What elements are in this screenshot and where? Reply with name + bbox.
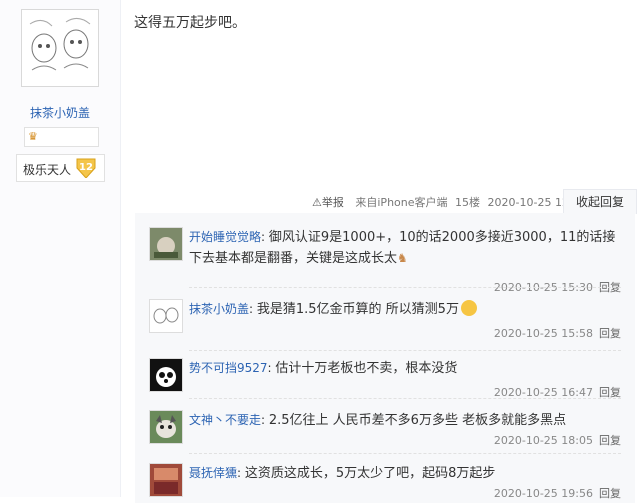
report-label: 举报 (321, 196, 344, 209)
reply-time: 2020-10-25 19:56 (493, 487, 593, 500)
reply-button[interactable]: 回复 (599, 434, 621, 447)
reply-avatar[interactable] (149, 227, 183, 261)
divider (189, 287, 621, 288)
reply-avatar[interactable] (149, 463, 183, 497)
avatar-sketch-icon (150, 300, 182, 332)
post-content: 这得五万起步吧。 (134, 15, 246, 31)
reply-content: 势不可挡9527: 估计十万老板也不卖，根本没货 (189, 361, 458, 376)
reply-meta: 2020-10-25 19:56 回复 (494, 485, 621, 501)
reply-content: 开始睡觉觉略: 御风认证9是1000+，10的话2000多接近3000，11的话… (189, 230, 616, 266)
reply-text: 这资质这成长，5万太少了吧，起码8万起步 (244, 466, 496, 481)
reply-button[interactable]: 回复 (599, 487, 621, 500)
author-sidebar: 抹茶小奶盖 ♛ 极乐天人 12 (0, 0, 121, 497)
reply-list: 开始睡觉觉略: 御风认证9是1000+，10的话2000多接近3000，11的话… (135, 213, 635, 503)
reply-content: 抹茶小奶盖: 我是猜1.5亿金币算的 所以猜测5万 (189, 299, 619, 320)
post-floor: 15楼 (455, 196, 481, 209)
reply-content: 聂抚倖獯: 这资质这成长，5万太少了吧，起码8万起步 (189, 466, 496, 481)
divider (189, 350, 621, 351)
level-name: 极乐天人 (23, 163, 72, 177)
user-avatar[interactable] (21, 9, 99, 87)
member-badge[interactable]: ♛ (24, 127, 99, 147)
reply-author[interactable]: 抹茶小奶盖 (189, 302, 249, 316)
reply-meta: 2020-10-25 15:58 回复 (494, 325, 621, 341)
divider (189, 398, 621, 399)
reply-text: 2.5亿往上 人民币差不多6万多些 老板多就能多黑点 (268, 413, 567, 428)
smile-emoji-icon (460, 300, 477, 316)
reply-author[interactable]: 聂抚倖獯 (189, 466, 237, 480)
panda-avatar-icon (150, 359, 182, 391)
reply-text: 我是猜1.5亿金币算的 所以猜测5万 (256, 302, 459, 317)
reply-text: 估计十万老板也不卖，根本没货 (275, 361, 458, 376)
avatar-photo-icon (150, 228, 182, 260)
avatar-photo-icon (150, 464, 182, 496)
collapse-reply-button[interactable]: 收起回复 (563, 189, 637, 214)
reply-content: 文神丶不要走: 2.5亿往上 人民币差不多6万多些 老板多就能多黑点 (189, 413, 567, 428)
reply-avatar[interactable] (149, 299, 183, 333)
reply-time: 2020-10-25 18:05 (493, 434, 593, 447)
level-number: 12 (79, 162, 93, 173)
reply-button[interactable]: 回复 (599, 327, 621, 340)
divider (189, 453, 621, 454)
post-source: 来自iPhone客户端 (355, 196, 448, 209)
username-link[interactable]: 抹茶小奶盖 (0, 104, 120, 121)
reply-author[interactable]: 文神丶不要走 (189, 413, 261, 427)
level-badge[interactable]: 极乐天人 12 (16, 154, 105, 182)
dog-avatar-icon (150, 411, 182, 443)
reply-time: 2020-10-25 15:58 (493, 327, 593, 340)
reply-avatar[interactable] (149, 410, 183, 444)
reply-author[interactable]: 开始睡觉觉略 (189, 230, 261, 244)
level-shield-icon: 12 (76, 158, 96, 178)
report-link[interactable]: ⚠举报 (312, 196, 348, 209)
avatar-sketch-icon (22, 10, 98, 86)
crown-icon: ♛ (28, 130, 38, 143)
reply-meta: 2020-10-25 18:05 回复 (494, 432, 621, 448)
post-meta: ⚠举报 来自iPhone客户端 15楼 2020-10-25 12:48 (312, 194, 591, 210)
reply-avatar[interactable] (149, 358, 183, 392)
reply-author[interactable]: 势不可挡9527 (189, 361, 268, 375)
emoji-icon: ♞ (397, 251, 408, 265)
